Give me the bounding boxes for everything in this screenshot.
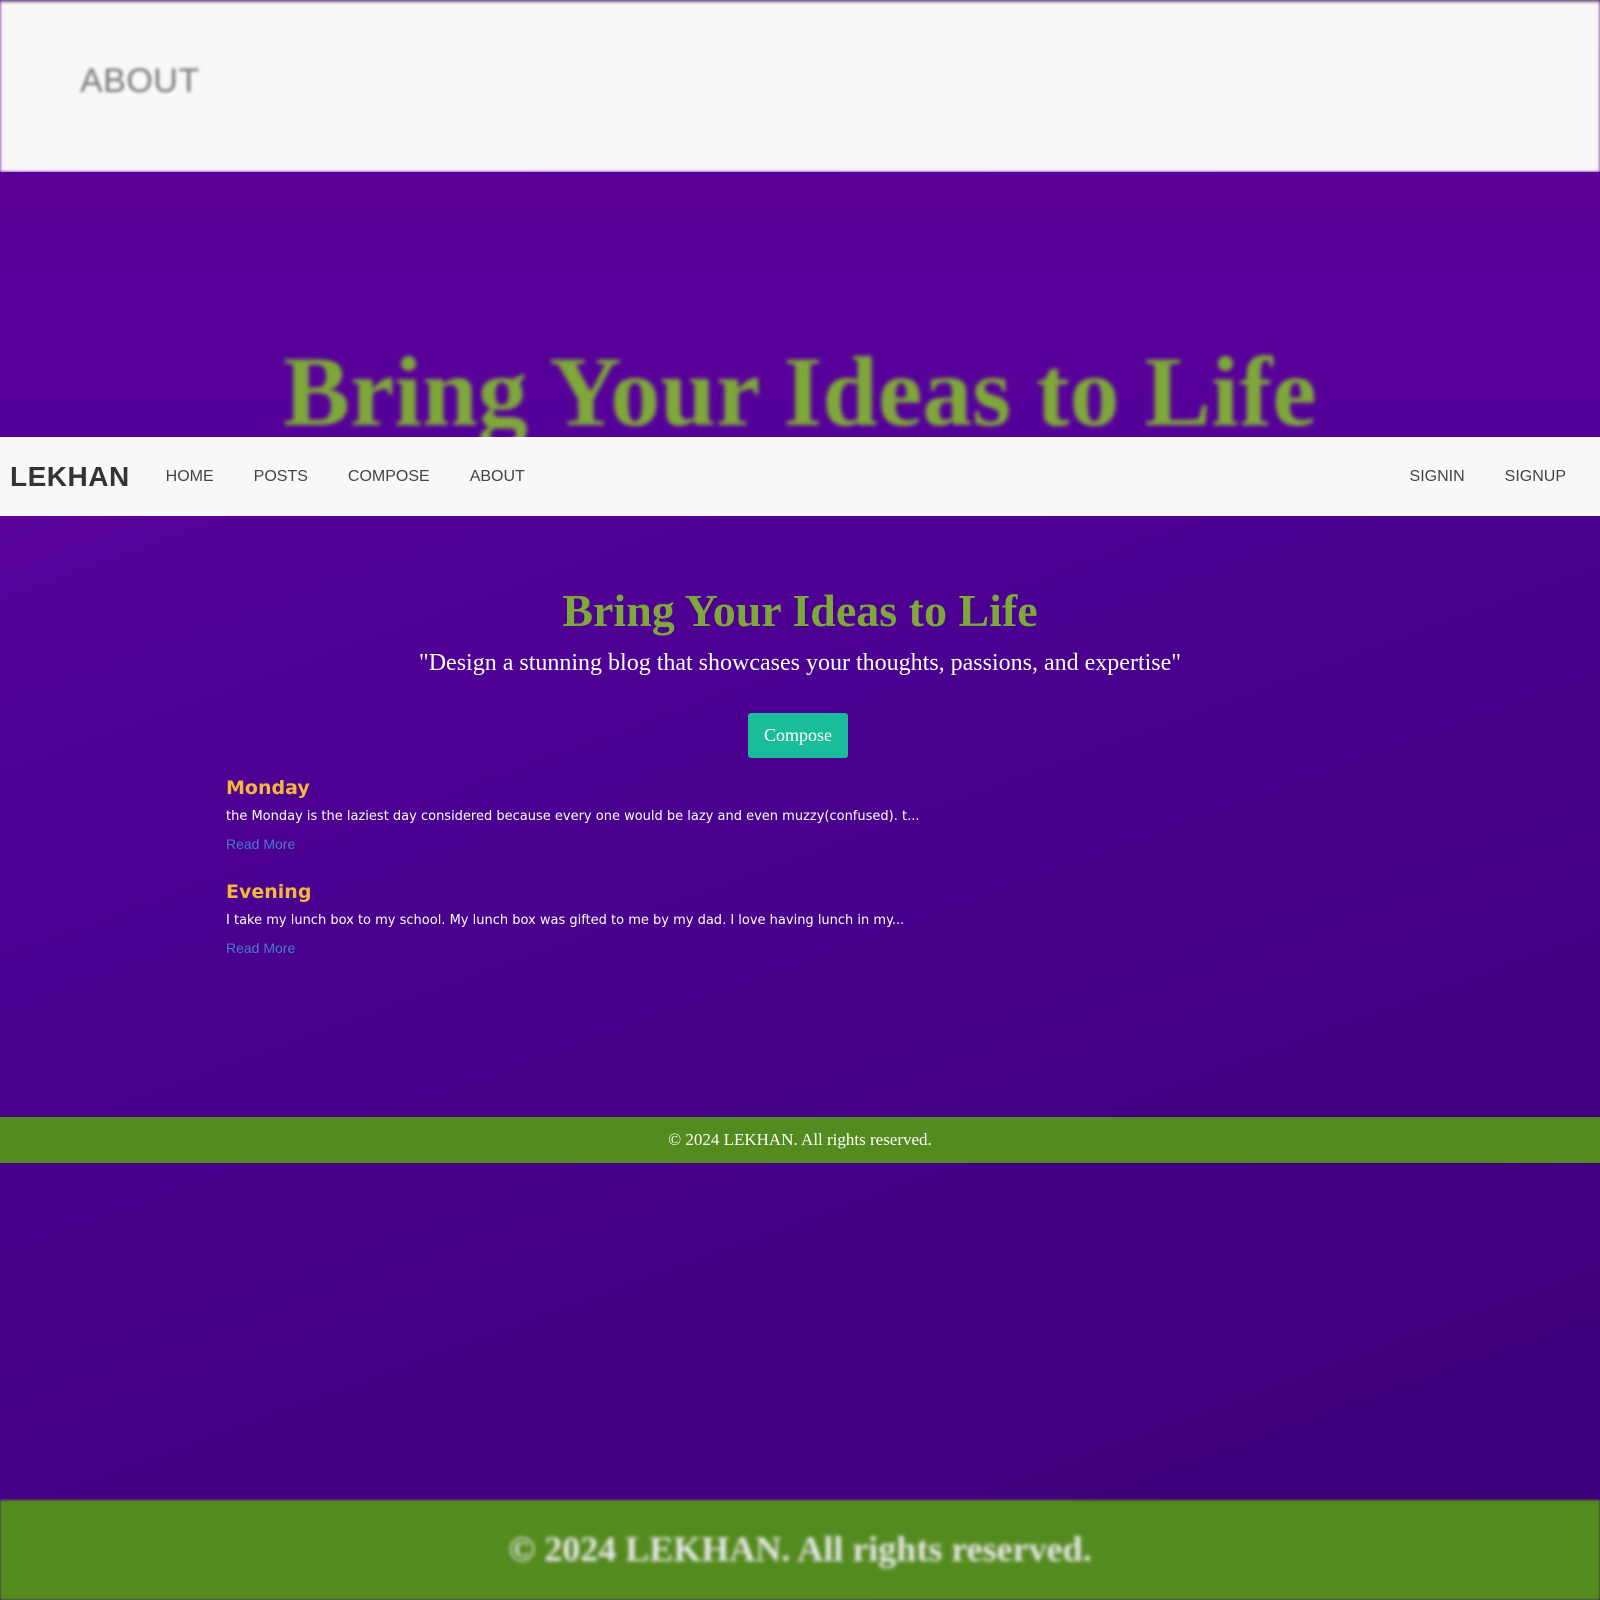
navbar: LEKHAN HOME POSTS COMPOSE ABOUT SIGNIN S… <box>0 437 1600 516</box>
post-excerpt: I take my lunch box to my school. My lun… <box>226 913 905 928</box>
main-content: Bring Your Ideas to Life "Design a stunn… <box>0 516 1600 1117</box>
compose-button[interactable]: Compose <box>748 713 848 758</box>
nav-about-link[interactable]: ABOUT <box>470 468 525 486</box>
nav-links: HOME POSTS COMPOSE ABOUT <box>146 468 545 486</box>
background-footer-text: © 2024 LEKHAN. All rights reserved. <box>508 1529 1092 1569</box>
post-excerpt: the Monday is the laziest day considered… <box>226 809 920 824</box>
hero-subtitle: "Design a stunning blog that showcases y… <box>418 650 1182 676</box>
post-title: Monday <box>226 777 310 799</box>
nav-signup-link[interactable]: SIGNUP <box>1505 468 1566 486</box>
nav-home-link[interactable]: HOME <box>166 468 214 486</box>
footer-copyright: © 2024 LEKHAN. All rights reserved. <box>668 1130 932 1149</box>
read-more-link[interactable]: Read More <box>226 940 295 956</box>
background-about-label: ABOUT <box>80 62 200 100</box>
brand-logo[interactable]: LEKHAN <box>10 461 130 493</box>
hero-title: Bring Your Ideas to Life <box>562 585 1038 636</box>
nav-posts-link[interactable]: POSTS <box>254 468 308 486</box>
background-hero-title: Bring Your Ideas to Life <box>283 336 1317 437</box>
post-item: Monday the Monday is the laziest day con… <box>226 777 1126 854</box>
nav-compose-link[interactable]: COMPOSE <box>348 468 430 486</box>
background-footer: © 2024 LEKHAN. All rights reserved. <box>0 1500 1600 1600</box>
nav-signin-link[interactable]: SIGNIN <box>1410 468 1465 486</box>
post-title: Evening <box>226 881 312 903</box>
footer: © 2024 LEKHAN. All rights reserved. <box>0 1117 1600 1163</box>
background-hero: Bring Your Ideas to Life <box>0 172 1600 437</box>
nav-auth-links: SIGNIN SIGNUP <box>1390 468 1586 486</box>
background-top-bar: ABOUT <box>0 0 1600 172</box>
read-more-link[interactable]: Read More <box>226 836 295 852</box>
post-item: Evening I take my lunch box to my school… <box>226 881 1126 958</box>
